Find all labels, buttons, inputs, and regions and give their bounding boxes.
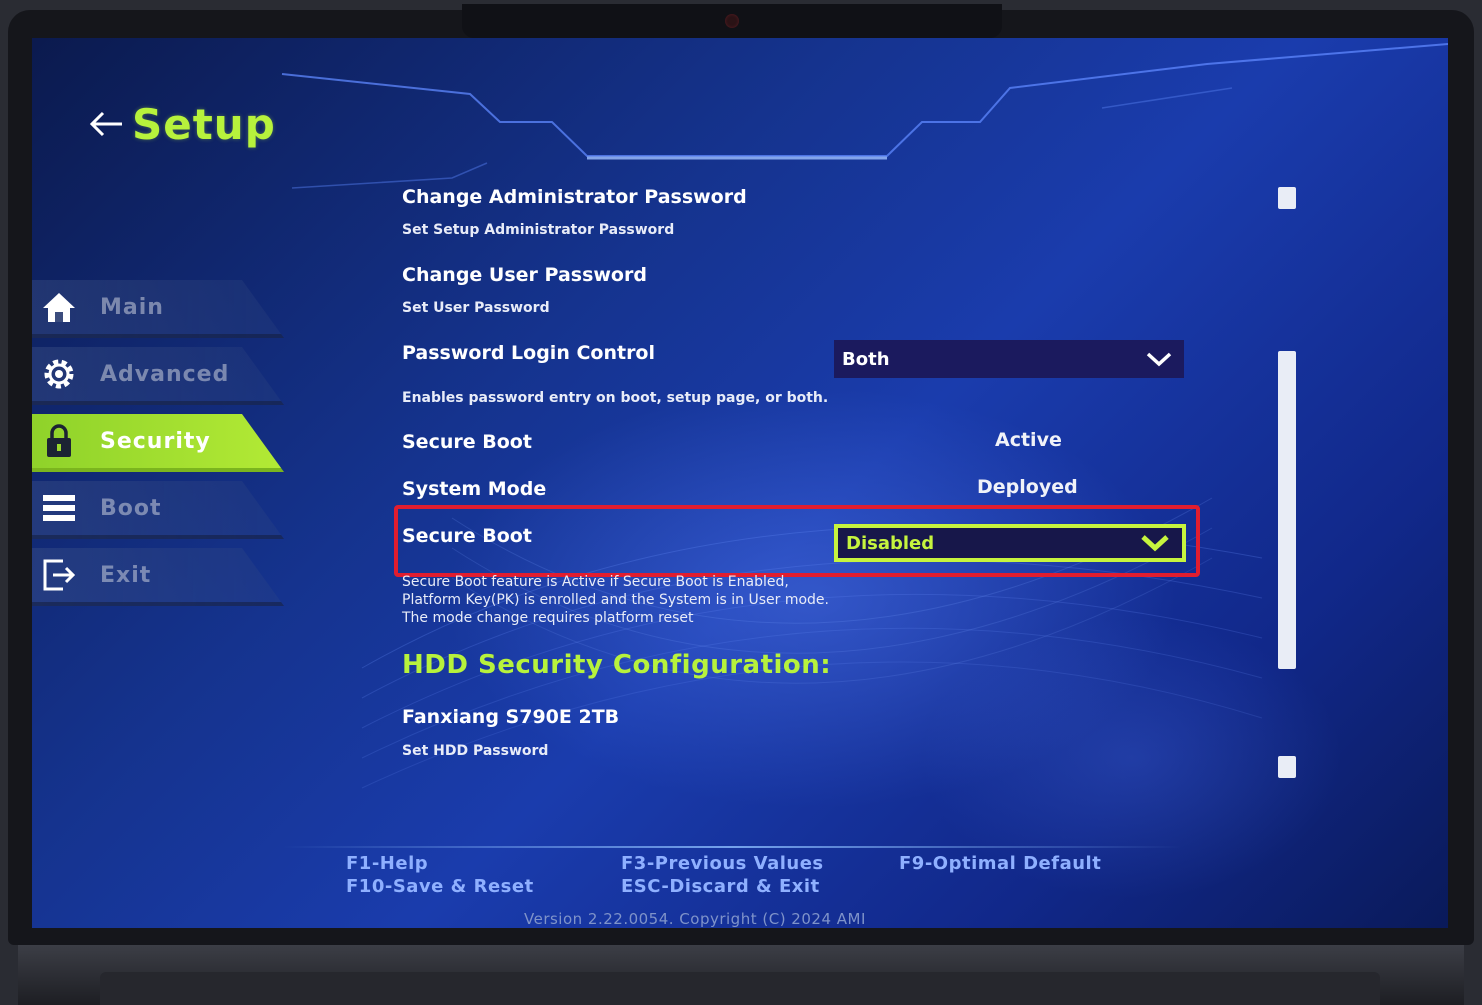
f9-default-hint: F9-Optimal Default (899, 853, 1102, 874)
scroll-down-marker[interactable] (1278, 756, 1296, 778)
secure-boot-status-value: Active (995, 429, 1062, 451)
sidebar-item-label: Advanced (100, 361, 230, 387)
f1-help-hint: F1-Help (346, 853, 429, 874)
sidebar-item-label: Security (100, 428, 211, 454)
scrollbar-thumb[interactable] (1278, 351, 1296, 669)
sidebar-item-security[interactable]: Security (32, 414, 284, 472)
esc-discard-hint: ESC-Discard & Exit (621, 876, 820, 897)
hdd-drive-desc: Set HDD Password (402, 743, 549, 759)
webcam-icon (725, 14, 739, 28)
stack-icon (40, 489, 78, 527)
secure-boot-desc-line1: Secure Boot feature is Active if Secure … (402, 574, 789, 590)
sidebar-item-label: Exit (100, 562, 152, 588)
sidebar-item-label: Main (100, 294, 164, 320)
sidebar-item-main[interactable]: Main (32, 280, 284, 338)
password-login-control-desc: Enables password entry on boot, setup pa… (402, 390, 829, 406)
lock-icon (40, 422, 78, 460)
secure-boot-desc-line3: The mode change requires platform reset (402, 610, 694, 626)
chevron-down-icon (1141, 535, 1169, 552)
version-text: Version 2.22.0054. Copyright (C) 2024 AM… (524, 910, 866, 928)
admin-password-desc: Set Setup Administrator Password (402, 222, 675, 238)
page-title-text: Setup (132, 99, 276, 149)
sidebar-item-boot[interactable]: Boot (32, 481, 284, 539)
secure-boot-setting-label: Secure Boot (402, 525, 532, 547)
bios-screen: Setup Main Advanced Security Boot Exit C… (32, 38, 1448, 928)
settings-panel: Change Administrator Password Set Setup … (394, 38, 1232, 838)
home-icon (40, 288, 78, 326)
admin-password-item[interactable]: Change Administrator Password (402, 186, 747, 208)
password-login-control-dropdown[interactable]: Both (834, 340, 1184, 378)
chevron-down-icon (1146, 352, 1172, 367)
system-mode-value: Deployed (977, 476, 1078, 498)
hdd-drive-item[interactable]: Fanxiang S790E 2TB (402, 706, 619, 728)
dropdown-value: Disabled (846, 532, 935, 554)
scroll-up-marker[interactable] (1278, 187, 1296, 209)
f10-save-hint: F10-Save & Reset (346, 876, 534, 897)
dropdown-value: Both (842, 348, 890, 370)
secure-boot-desc-line2: Platform Key(PK) is enrolled and the Sys… (402, 592, 829, 608)
laptop-hinge (100, 972, 1380, 1005)
system-mode-label: System Mode (402, 478, 547, 500)
user-password-desc: Set User Password (402, 300, 550, 316)
sidebar-nav: Main Advanced Security Boot Exit (32, 280, 284, 615)
password-login-control-label: Password Login Control (402, 342, 656, 364)
arrow-left-icon[interactable] (88, 109, 126, 139)
sidebar-item-advanced[interactable]: Advanced (32, 347, 284, 405)
secure-boot-dropdown[interactable]: Disabled (834, 524, 1186, 562)
user-password-item[interactable]: Change User Password (402, 264, 647, 286)
secure-boot-status-label: Secure Boot (402, 431, 532, 453)
sidebar-item-exit[interactable]: Exit (32, 548, 284, 606)
exit-icon (40, 556, 78, 594)
footer-divider (282, 846, 1182, 848)
f3-previous-hint: F3-Previous Values (621, 853, 824, 874)
page-title: Setup (88, 94, 276, 154)
hdd-section-title: HDD Security Configuration: (402, 650, 832, 680)
gear-icon (40, 355, 78, 393)
sidebar-item-label: Boot (100, 495, 162, 521)
